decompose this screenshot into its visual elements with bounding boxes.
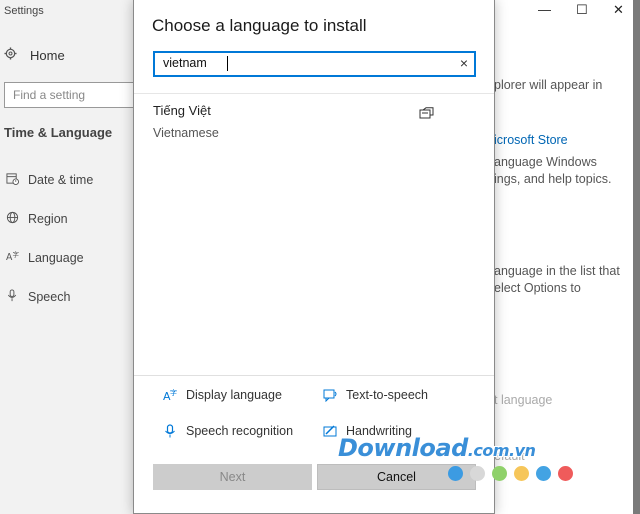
right-panel-text: t language	[494, 393, 553, 407]
watermark-dot	[558, 466, 573, 481]
home-nav-item[interactable]: Home	[4, 47, 65, 63]
language-search-input[interactable]	[163, 56, 443, 70]
microphone-icon	[4, 289, 20, 305]
watermark-dot	[448, 466, 463, 481]
right-panel-text: anguage in the list that	[494, 264, 620, 278]
handwriting-icon	[322, 424, 338, 438]
feature-speech-recognition: Speech recognition	[162, 424, 293, 438]
svg-text:字: 字	[170, 388, 177, 397]
watermark-dot	[470, 466, 485, 481]
divider	[134, 375, 494, 376]
language-search-box[interactable]: ×	[153, 51, 476, 77]
watermark-dot	[492, 466, 507, 481]
sidebar-item-label: Speech	[28, 290, 71, 304]
language-english-name: Vietnamese	[153, 126, 219, 140]
window-title: Settings	[4, 5, 44, 17]
sidebar-item-language[interactable]: A字 Language	[4, 250, 84, 266]
find-setting-input[interactable]: Find a setting	[4, 82, 154, 108]
sidebar-item-region[interactable]: Region	[4, 211, 68, 227]
next-button[interactable]: Next	[153, 464, 312, 490]
settings-sidebar: Settings Home Find a setting Time & Lang…	[0, 0, 154, 514]
calendar-clock-icon	[4, 172, 20, 188]
sidebar-item-label: Date & time	[28, 173, 94, 187]
language-result-item[interactable]: Tiếng Việt Vietnamese	[134, 96, 494, 146]
language-pack-icon	[419, 107, 435, 126]
globe-icon	[4, 211, 20, 227]
text-to-speech-icon	[322, 388, 338, 402]
close-button[interactable]: ✕	[613, 2, 624, 18]
watermark-dots	[448, 466, 573, 481]
microsoft-store-link[interactable]: icrosoft Store	[494, 133, 568, 147]
download-watermark: Download.com.vn	[338, 434, 536, 462]
section-title: Time & Language	[4, 125, 113, 140]
sidebar-item-label: Region	[28, 212, 68, 226]
display-language-icon: A字	[162, 388, 178, 402]
clear-search-button[interactable]: ×	[460, 55, 468, 71]
window-edge	[633, 0, 640, 514]
home-label: Home	[30, 47, 65, 63]
language-icon: A字	[4, 250, 20, 266]
watermark-text: Download	[338, 434, 468, 462]
feature-display-language: A字 Display language	[162, 388, 282, 402]
watermark-dot	[514, 466, 529, 481]
feature-text-to-speech: Text-to-speech	[322, 388, 428, 402]
watermark-suffix: .com.vn	[467, 441, 536, 460]
svg-text:字: 字	[12, 250, 19, 259]
sidebar-item-label: Language	[28, 251, 84, 265]
watermark-dot	[536, 466, 551, 481]
right-panel-text: elect Options to	[494, 281, 581, 295]
feature-label: Display language	[186, 388, 282, 402]
sidebar-item-speech[interactable]: Speech	[4, 289, 70, 305]
minimize-button[interactable]: —	[538, 2, 551, 17]
right-panel-text: plorer will appear in	[494, 78, 603, 92]
dialog-title: Choose a language to install	[152, 16, 367, 35]
sidebar-item-date-time[interactable]: Date & time	[4, 172, 93, 188]
text-caret	[227, 56, 228, 71]
gear-icon	[4, 47, 22, 63]
divider	[134, 93, 494, 94]
feature-label: Speech recognition	[186, 424, 294, 438]
maximize-button[interactable]: ☐	[576, 2, 588, 18]
feature-label: Text-to-speech	[346, 388, 428, 402]
microphone-icon	[162, 424, 178, 438]
language-native-name: Tiếng Việt	[153, 103, 211, 118]
right-panel-text: ings, and help topics.	[494, 172, 612, 186]
right-panel-text: anguage Windows	[494, 155, 597, 169]
